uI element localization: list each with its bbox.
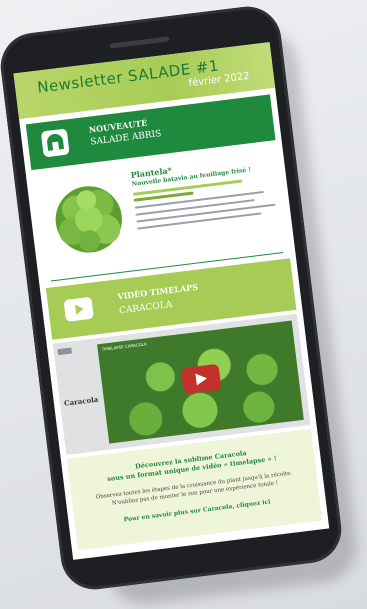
greenhouse-icon [40,128,70,158]
play-icon[interactable] [180,363,222,395]
newsletter-title: Newsletter SALADE #1 [36,56,220,97]
video-player[interactable]: TIMELAPSE CARACOLA [97,320,304,444]
video-side-label: Caracola [63,394,99,408]
product-text: Plantela* Nouvelle batavia au feuillage … [130,152,286,230]
video-icon [63,296,94,322]
phone-screen[interactable]: Newsletter SALADE #1 février 2022 NOUVEA… [13,42,330,560]
video-kicker: VIDÉO TIMELAPS [116,281,199,302]
scene-background: Newsletter SALADE #1 février 2022 NOUVEA… [0,0,367,609]
phone-speaker [109,36,170,49]
video-heading: CARACOLA [118,299,173,317]
product-bullet-line [137,212,262,230]
lettuce-image [55,186,122,253]
video-player-title: TIMELAPSE CARACOLA [101,341,147,352]
brand-logo [57,347,73,356]
